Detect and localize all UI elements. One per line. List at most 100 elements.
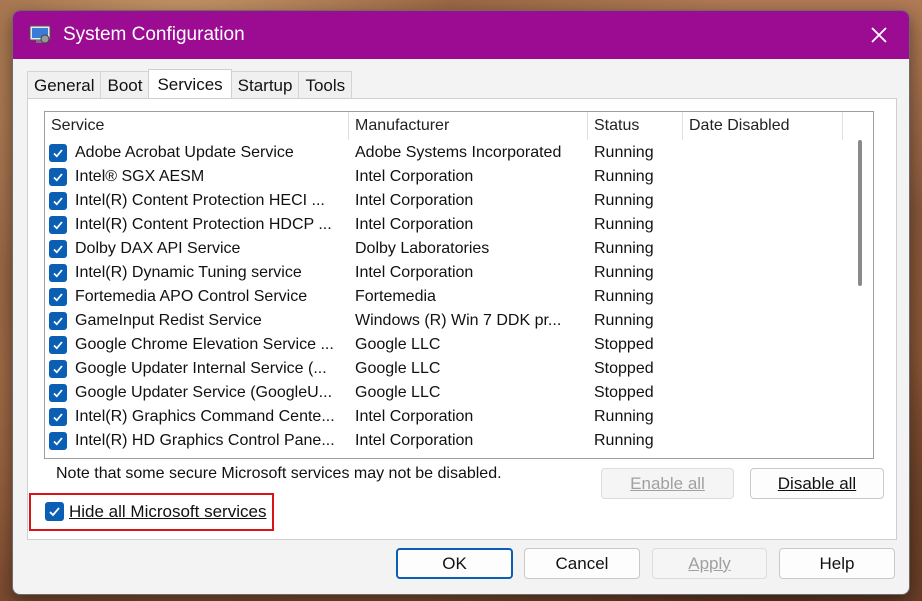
manufacturer-cell: Intel Corporation [355,432,474,449]
manufacturer-cell: Intel Corporation [355,264,474,281]
enable-all-label: Enable all [630,473,705,493]
service-name: GameInput Redist Service [75,312,262,329]
status-cell: Running [594,264,654,281]
table-row[interactable]: Intel(R) Dynamic Tuning service Intel Cor… [45,261,873,285]
tab-startup[interactable]: Startup [230,71,300,98]
service-checkbox[interactable] [49,288,67,306]
checkmark-icon [53,173,63,182]
service-checkbox[interactable] [49,360,67,378]
service-checkbox[interactable] [49,312,67,330]
disable-all-button[interactable]: Disable all [750,468,884,499]
service-name: Adobe Acrobat Update Service [75,144,294,161]
service-cell: Intel(R) Graphics Command Cente... [45,408,349,426]
enable-all-button[interactable]: Enable all [601,468,734,499]
service-checkbox[interactable] [49,144,67,162]
close-button[interactable] [849,11,909,59]
service-name: Google Chrome Elevation Service ... [75,336,334,353]
tab-boot[interactable]: Boot [100,71,150,98]
disable-all-label: Disable all [777,473,857,493]
services-panel: Service Manufacturer Status Date Disable… [27,98,897,540]
service-checkbox[interactable] [49,240,67,258]
column-header-manufacturer[interactable]: Manufacturer [349,112,588,140]
checkmark-icon [53,269,63,278]
table-row[interactable]: Google Updater Service (GoogleU... Google… [45,381,873,405]
cancel-button[interactable]: Cancel [524,548,640,579]
status-cell: Running [594,408,654,425]
help-button[interactable]: Help [779,548,895,579]
service-checkbox[interactable] [49,216,67,234]
service-name: Google Updater Service (GoogleU... [75,384,333,401]
service-name: Intel(R) Dynamic Tuning service [75,264,302,281]
service-cell: Google Updater Internal Service (... [45,360,349,378]
service-name: Dolby DAX API Service [75,240,241,257]
service-name: Google Updater Internal Service (... [75,360,327,377]
status-cell: Running [594,432,654,449]
service-name: Intel(R) HD Graphics Control Pane... [75,432,335,449]
service-cell: Fortemedia APO Control Service [45,288,349,306]
status-cell: Stopped [594,384,654,401]
service-checkbox[interactable] [49,264,67,282]
checkmark-icon [53,341,63,350]
close-icon [871,27,887,43]
tab-tools[interactable]: Tools [298,71,353,98]
table-row[interactable]: Intel(R) Content Protection HECI ... Inte… [45,189,873,213]
manufacturer-cell: Google LLC [355,384,441,401]
status-cell: Running [594,312,654,329]
service-checkbox[interactable] [49,408,67,426]
column-header-date-disabled[interactable]: Date Disabled [683,112,843,140]
apply-label: Apply [688,553,731,573]
service-checkbox[interactable] [49,432,67,450]
hide-microsoft-services-checkbox[interactable] [45,502,64,521]
service-cell: Google Chrome Elevation Service ... [45,336,349,354]
scrollbar-thumb[interactable] [858,140,862,286]
tab-general[interactable]: General [27,71,102,98]
table-row[interactable]: Fortemedia APO Control Service Fortemedia… [45,285,873,309]
checkmark-icon [53,365,63,374]
vertical-scrollbar[interactable] [845,112,873,458]
apply-button[interactable]: Apply [652,548,767,579]
service-cell: Google Updater Service (GoogleU... [45,384,349,402]
table-row[interactable]: GameInput Redist Service Windows (R) Win … [45,309,873,333]
status-cell: Stopped [594,336,654,353]
manufacturer-cell: Windows (R) Win 7 DDK pr... [355,312,562,329]
system-config-icon [29,25,51,45]
checkmark-icon [53,245,63,254]
status-cell: Running [594,192,654,209]
column-header-status[interactable]: Status [588,112,683,140]
table-row[interactable]: Dolby DAX API Service Dolby Laboratories R… [45,237,873,261]
service-cell: Adobe Acrobat Update Service [45,144,349,162]
checkmark-icon [53,221,63,230]
checkmark-icon [49,507,60,517]
service-cell: Intel(R) Dynamic Tuning service [45,264,349,282]
service-checkbox[interactable] [49,168,67,186]
help-label: Help [819,553,855,573]
manufacturer-cell: Intel Corporation [355,192,474,209]
manufacturer-cell: Intel Corporation [355,408,474,425]
manufacturer-cell: Google LLC [355,360,441,377]
table-row[interactable]: Intel® SGX AESM Intel Corporation Running [45,165,873,189]
manufacturer-cell: Intel Corporation [355,168,474,185]
ok-label: OK [442,553,467,573]
status-cell: Running [594,216,654,233]
table-row[interactable]: Google Updater Internal Service (... Goog… [45,357,873,381]
table-row[interactable]: Adobe Acrobat Update Service Adobe System… [45,141,873,165]
status-cell: Running [594,168,654,185]
status-cell: Running [594,240,654,257]
manufacturer-cell: Google LLC [355,336,441,353]
service-checkbox[interactable] [49,192,67,210]
ok-button[interactable]: OK [396,548,513,579]
table-row[interactable]: Google Chrome Elevation Service ... Googl… [45,333,873,357]
column-header-service[interactable]: Service [45,112,349,140]
table-row[interactable]: Intel(R) Graphics Command Cente... Intel … [45,405,873,429]
service-name: Intel(R) Content Protection HECI ... [75,192,325,209]
service-checkbox[interactable] [49,384,67,402]
services-list[interactable]: Service Manufacturer Status Date Disable… [44,111,874,459]
title-bar: System Configuration [13,11,909,59]
checkmark-icon [53,389,63,398]
checkmark-icon [53,413,63,422]
table-row[interactable]: Intel(R) HD Graphics Control Pane... Inte… [45,429,873,453]
table-row[interactable]: Intel(R) Content Protection HDCP ... Inte… [45,213,873,237]
hide-microsoft-services-label[interactable]: Hide all Microsoft services [69,502,266,522]
tab-services[interactable]: Services [148,69,232,101]
service-checkbox[interactable] [49,336,67,354]
